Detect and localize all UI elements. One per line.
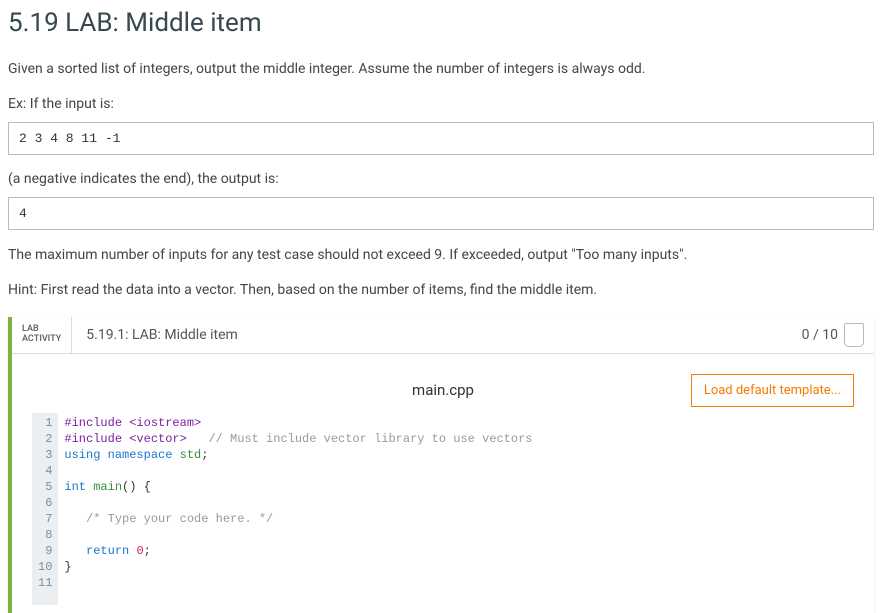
example-explain: (a negative indicates the end), the outp…: [8, 171, 874, 187]
lab-header: LAB ACTIVITY 5.19.1: LAB: Middle item 0 …: [12, 317, 874, 354]
lab-badge-line2: ACTIVITY: [22, 335, 61, 345]
line-number-gutter: 1234567891011: [32, 413, 58, 605]
page-title: 5.19 LAB: Middle item: [8, 8, 874, 38]
lab-activity-title: 5.19.1: LAB: Middle item: [72, 317, 791, 353]
file-bar: main.cpp Load default template...: [32, 374, 854, 407]
filename-label: main.cpp: [412, 381, 474, 399]
lab-panel: LAB ACTIVITY 5.19.1: LAB: Middle item 0 …: [8, 317, 874, 613]
constraint-text: The maximum number of inputs for any tes…: [8, 246, 874, 266]
lab-score: 0 / 10: [792, 317, 874, 353]
lab-badge: LAB ACTIVITY: [12, 317, 72, 353]
score-text: 0 / 10: [802, 327, 838, 343]
code-editor[interactable]: 1234567891011 #include <iostream>#includ…: [32, 413, 854, 605]
load-template-button[interactable]: Load default template...: [691, 374, 854, 407]
example-input-box: 2 3 4 8 11 -1: [8, 122, 874, 155]
example-input-label: Ex: If the input is:: [8, 96, 874, 112]
problem-description: Given a sorted list of integers, output …: [8, 60, 874, 80]
code-content[interactable]: #include <iostream>#include <vector> // …: [58, 413, 854, 605]
lab-body: main.cpp Load default template... 123456…: [12, 354, 874, 613]
hint-text: Hint: First read the data into a vector.…: [8, 281, 874, 301]
shield-icon: [844, 323, 864, 347]
example-output-box: 4: [8, 197, 874, 230]
